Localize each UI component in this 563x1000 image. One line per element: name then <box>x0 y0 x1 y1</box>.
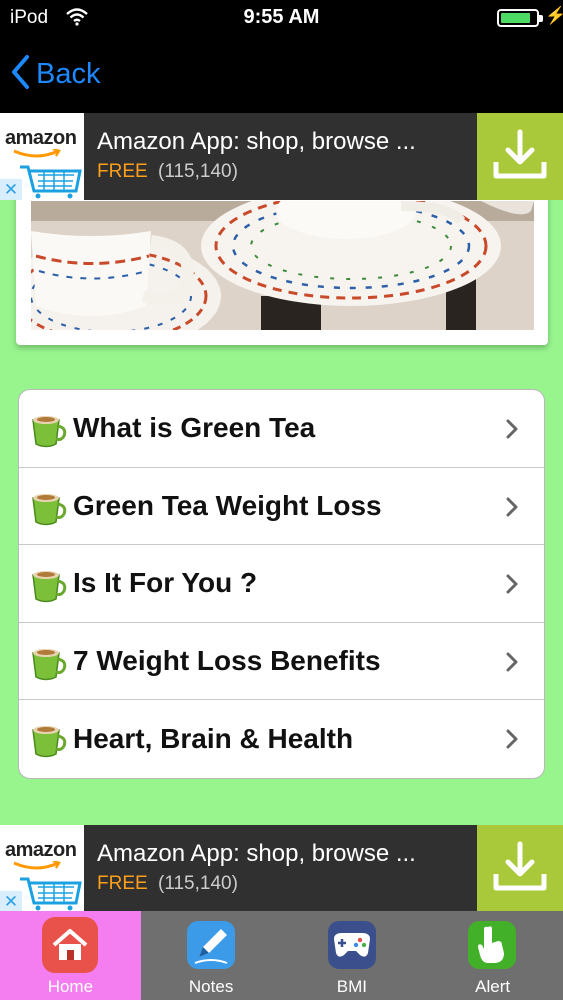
ad-rating-count: (115,140) <box>158 873 238 894</box>
tab-bmi[interactable]: BMI <box>282 911 423 1000</box>
chevron-right-icon <box>506 574 518 599</box>
tab-home[interactable]: Home <box>0 911 141 1000</box>
tea-cup-icon <box>29 488 69 533</box>
battery-icon <box>497 9 543 27</box>
nav-bar: Back <box>0 36 563 113</box>
menu-item-weight-loss-benefits[interactable]: 7 Weight Loss Benefits <box>19 623 544 701</box>
status-bar: iPod 9:55 AM ⚡ <box>0 0 563 36</box>
menu-item-heart-brain-health[interactable]: Heart, Brain & Health <box>19 700 544 778</box>
menu-item-label: 7 Weight Loss Benefits <box>73 645 381 677</box>
tea-cup-icon <box>29 720 69 765</box>
chevron-right-icon <box>506 419 518 444</box>
back-button[interactable]: Back <box>10 52 100 96</box>
menu-item-label: Is It For You ? <box>73 567 258 599</box>
ad-banner-top[interactable]: amazon ✕ Amazon App: shop, browse ... FR… <box>0 113 563 200</box>
menu-item-what-is-green-tea[interactable]: What is Green Tea <box>19 390 544 468</box>
ad-title: Amazon App: shop, browse ... <box>97 128 416 155</box>
chevron-left-icon <box>10 54 30 95</box>
chevron-right-icon <box>506 729 518 754</box>
ad-close-button[interactable]: ✕ <box>0 891 22 912</box>
ad-rating-count: (115,140) <box>158 161 238 182</box>
tea-cup-icon <box>29 410 69 455</box>
hand-pointer-icon <box>464 917 520 973</box>
amazon-logo: amazon ✕ <box>0 825 84 912</box>
tea-cup-icon <box>29 565 69 610</box>
menu-item-label: Green Tea Weight Loss <box>73 489 382 521</box>
tab-label: BMI <box>336 977 367 996</box>
hero-image-frame <box>16 185 548 345</box>
tab-label: Home <box>47 977 94 996</box>
amazon-brand-text: amazon <box>5 127 77 149</box>
tab-bar: Home Notes BMI Alert <box>0 911 563 1000</box>
battery-level <box>501 13 530 23</box>
pen-icon <box>183 917 239 973</box>
ad-close-button[interactable]: ✕ <box>0 179 22 200</box>
battery-nub <box>539 15 543 22</box>
tab-label: Notes <box>188 977 234 996</box>
status-time: 9:55 AM <box>243 6 320 28</box>
menu-item-green-tea-weight-loss[interactable]: Green Tea Weight Loss <box>19 468 544 546</box>
amazon-logo: amazon ✕ <box>0 113 84 200</box>
back-label: Back <box>36 57 101 90</box>
tab-label: Alert <box>475 977 511 996</box>
ad-price: FREE <box>97 161 148 182</box>
charging-bolt-icon: ⚡ <box>545 6 563 25</box>
chevron-right-icon <box>506 497 518 522</box>
chevron-right-icon <box>506 652 518 677</box>
ad-title: Amazon App: shop, browse ... <box>97 840 416 867</box>
download-icon <box>492 840 548 897</box>
tea-cup-icon <box>29 643 69 688</box>
download-icon <box>492 128 548 185</box>
ad-download-button[interactable] <box>477 113 563 200</box>
tab-notes[interactable]: Notes <box>141 911 282 1000</box>
amazon-brand-text: amazon <box>5 839 77 861</box>
menu-item-label: What is Green Tea <box>73 412 316 444</box>
home-icon <box>42 917 98 973</box>
menu-item-is-it-for-you[interactable]: Is It For You ? <box>19 545 544 623</box>
tab-alert[interactable]: Alert <box>422 911 563 1000</box>
ad-banner-bottom[interactable]: amazon ✕ Amazon App: shop, browse ... FR… <box>0 825 563 912</box>
gamepad-icon <box>324 917 380 973</box>
menu-item-label: Heart, Brain & Health <box>73 723 354 755</box>
ad-download-button[interactable] <box>477 825 563 912</box>
topic-menu-list: What is Green Tea Green Tea Weight Loss … <box>18 389 545 779</box>
tea-cups-photo <box>31 201 534 330</box>
ad-price: FREE <box>97 873 148 894</box>
